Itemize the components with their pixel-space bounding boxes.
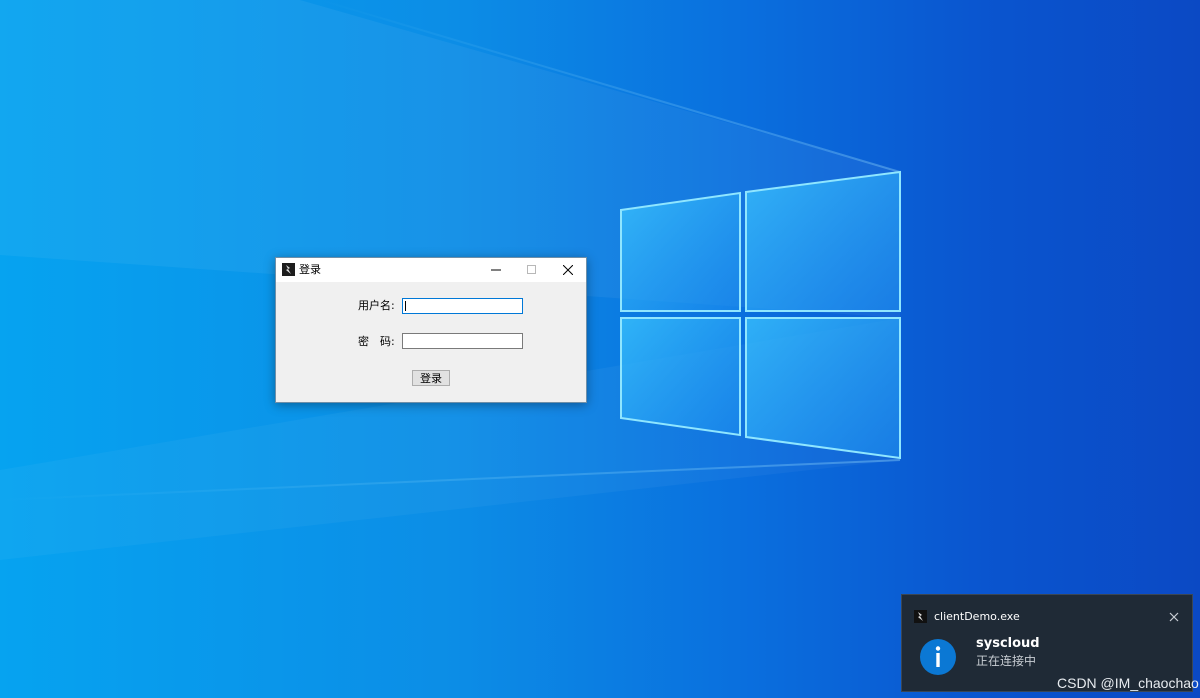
close-icon[interactable] (1166, 609, 1182, 625)
login-window: 登录 用户名: 密 码: 登录 (275, 257, 587, 403)
info-icon (920, 639, 956, 675)
notification-title: syscloud (976, 636, 1040, 651)
close-icon (563, 265, 573, 275)
close-button[interactable] (550, 258, 586, 282)
notification-app-name: clientDemo.exe (934, 610, 1020, 623)
password-input[interactable] (402, 333, 523, 349)
username-label: 用户名: (358, 299, 395, 312)
minimize-button[interactable] (478, 258, 514, 282)
password-label: 密 码: (358, 335, 395, 348)
text-caret (405, 301, 406, 311)
username-input[interactable] (402, 298, 523, 314)
desktop: 登录 用户名: 密 码: 登录 clientDemo.exe syscloud … (0, 0, 1200, 698)
title-bar[interactable]: 登录 (276, 258, 586, 282)
notification-message: 正在连接中 (976, 654, 1037, 668)
minimize-icon (491, 269, 501, 271)
window-title: 登录 (299, 263, 321, 276)
maximize-icon (527, 265, 536, 274)
login-button[interactable]: 登录 (412, 370, 450, 386)
app-icon (282, 263, 295, 276)
app-icon (914, 610, 927, 623)
watermark: CSDN @IM_chaochao (1057, 675, 1199, 691)
maximize-button[interactable] (514, 258, 550, 282)
